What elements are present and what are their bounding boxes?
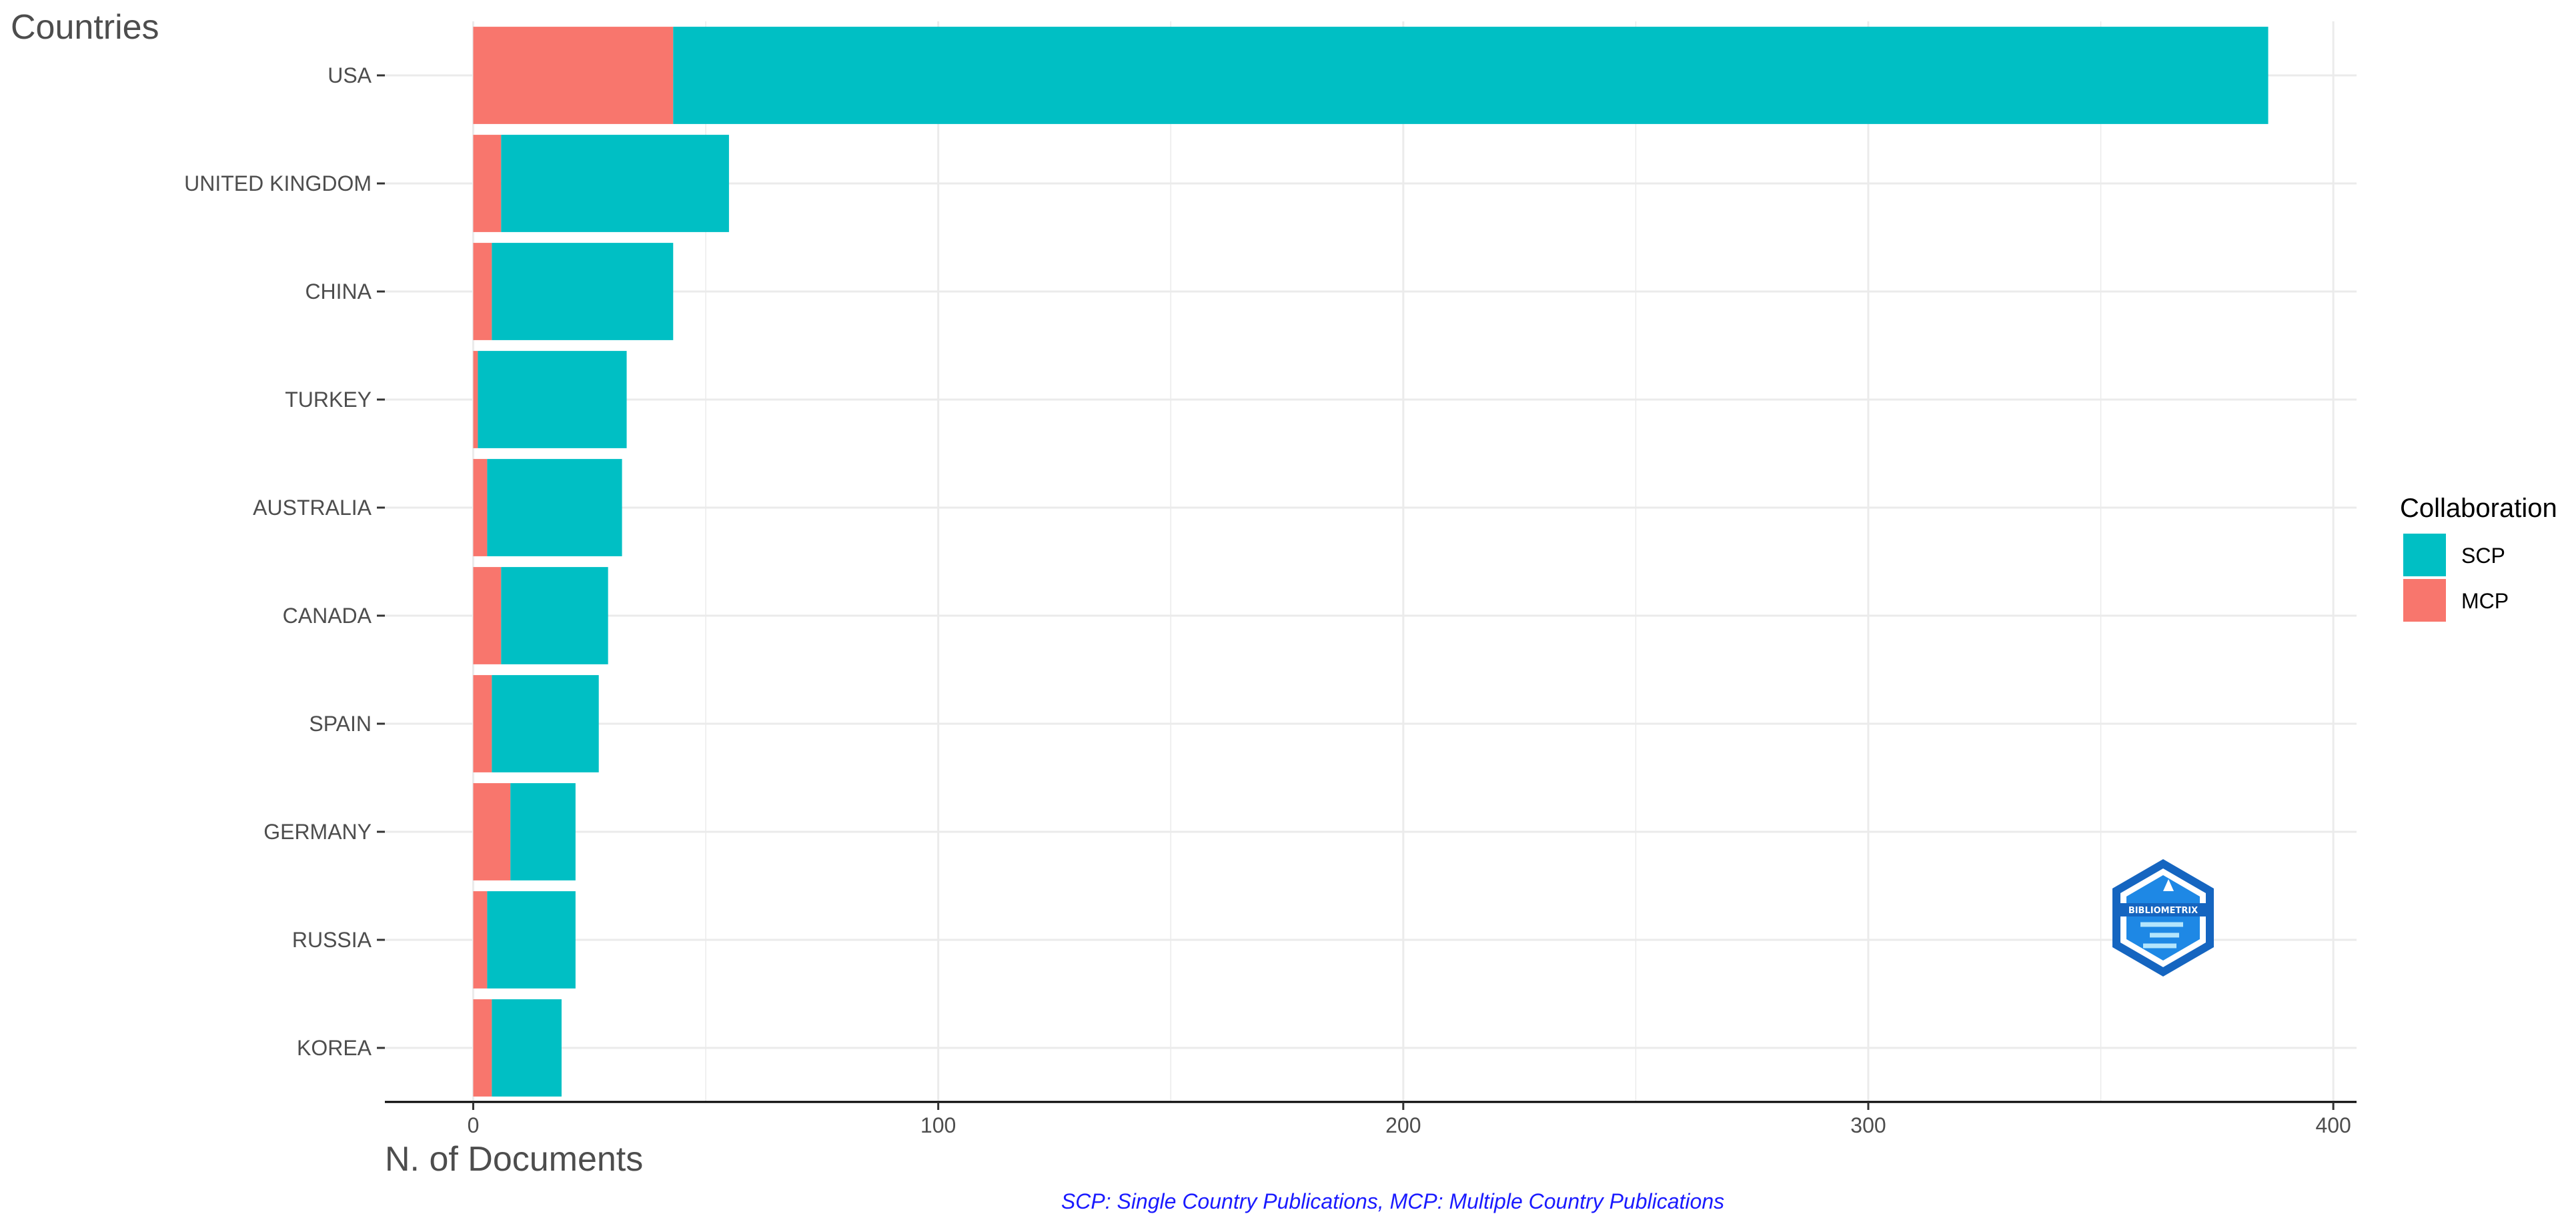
bar-scp-australia [487,459,622,556]
x-tick-label: 100 [920,1113,956,1137]
y-axis-title: Countries [11,8,159,47]
legend-title: Collaboration [2400,494,2557,523]
bar-mcp-canada [473,567,502,664]
y-tick-label: GERMANY [263,820,372,844]
bar-scp-spain [492,675,599,772]
bar-mcp-turkey [473,351,478,448]
chart-caption: SCP: Single Country Publications, MCP: M… [1061,1189,1724,1213]
legend-label-mcp: MCP [2461,589,2509,613]
bar-scp-russia [487,891,576,989]
bar-mcp-russia [473,891,488,989]
collaboration-bar-chart: USA UNITED KINGDOM CHINA TURKEY AUSTRALIA CAN… [11,8,2557,1213]
y-tick-label: KOREA [297,1036,372,1060]
x-axis: 0 100 200 300 400 [385,1101,2357,1137]
y-tick-label: CHINA [305,279,372,303]
bar-mcp-united-kingdom [473,135,502,232]
bar-scp-usa [673,27,2269,124]
bar-mcp-usa [473,27,674,124]
x-tick-label: 200 [1385,1113,1421,1137]
bar-mcp-australia [473,459,488,556]
legend: Collaboration SCP MCP [2400,494,2557,622]
x-tick-label: 400 [2315,1113,2351,1137]
legend-swatch-mcp [2403,579,2446,622]
x-tick-label: 0 [468,1113,480,1137]
x-axis-title: N. of Documents [385,1140,643,1179]
y-tick-label: SPAIN [309,712,372,736]
bar-mcp-china [473,243,492,340]
bar-scp-china [492,243,674,340]
bar-mcp-korea [473,999,492,1097]
legend-label-scp: SCP [2461,544,2505,568]
x-tick-label: 300 [1850,1113,1886,1137]
y-tick-label: USA [328,63,372,87]
bar-scp-canada [501,567,608,664]
y-axis: USA UNITED KINGDOM CHINA TURKEY AUSTRALIA CAN… [184,63,385,1060]
y-tick-label: CANADA [283,604,372,628]
bar-scp-korea [492,999,562,1097]
bar-scp-turkey [478,351,627,448]
y-tick-label: RUSSIA [292,928,372,952]
y-tick-label: TURKEY [285,388,372,412]
y-tick-label: UNITED KINGDOM [184,171,372,195]
y-tick-label: AUSTRALIA [253,496,372,520]
bar-mcp-spain [473,675,492,772]
bar-mcp-germany [473,783,511,880]
svg-text:BIBLIOMETRIX: BIBLIOMETRIX [2128,906,2198,916]
bar-scp-united-kingdom [501,135,729,232]
legend-swatch-scp [2403,534,2446,576]
bar-scp-germany [510,783,576,880]
